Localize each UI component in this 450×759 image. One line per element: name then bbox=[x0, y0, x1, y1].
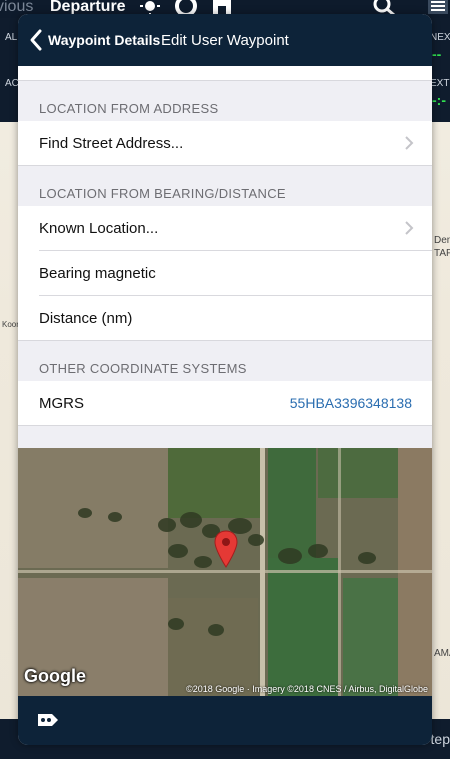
right-label: NEX bbox=[430, 32, 450, 43]
mgrs-row[interactable]: MGRS 55HBA3396348138 bbox=[18, 381, 432, 426]
right-green-dashes: -:- bbox=[432, 92, 446, 108]
map-tree bbox=[158, 518, 176, 532]
page-title: Edit User Waypoint bbox=[161, 32, 289, 49]
section-header-address: LOCATION FROM ADDRESS bbox=[18, 81, 432, 121]
map-tree bbox=[248, 534, 264, 546]
background-left-panel: AL AC bbox=[0, 18, 20, 122]
route-tool-icon[interactable] bbox=[36, 709, 60, 731]
map-road bbox=[18, 570, 432, 573]
right-label: EXT bbox=[430, 78, 450, 89]
map-field bbox=[318, 448, 398, 498]
chevron-right-icon bbox=[405, 221, 414, 235]
find-street-address-row[interactable]: Find Street Address... bbox=[18, 121, 432, 166]
navigation-bar: Waypoint Details Edit User Waypoint bbox=[18, 14, 432, 66]
distance-row[interactable]: Distance (nm) bbox=[18, 296, 432, 341]
bottom-toolbar bbox=[18, 696, 432, 745]
map-field bbox=[18, 448, 168, 568]
section-header-other: OTHER COORDINATE SYSTEMS bbox=[18, 341, 432, 381]
step-label[interactable]: tep bbox=[431, 731, 450, 747]
map-tree bbox=[180, 512, 202, 528]
map-label: TAF bbox=[434, 248, 450, 259]
back-button-label: Waypoint Details bbox=[48, 32, 161, 48]
background-right-panel: NEX -- EXT -:- bbox=[430, 18, 450, 122]
map-field bbox=[268, 448, 316, 558]
map-tree bbox=[208, 624, 224, 636]
map-field bbox=[168, 598, 258, 696]
bearing-magnetic-row[interactable]: Bearing magnetic bbox=[18, 251, 432, 296]
map-tree bbox=[108, 512, 122, 522]
bearing-magnetic-label: Bearing magnetic bbox=[39, 265, 156, 282]
satellite-map[interactable]: Google ©2018 Google · Imagery ©2018 CNES… bbox=[18, 448, 432, 696]
distance-label: Distance (nm) bbox=[39, 309, 133, 327]
mgrs-label: MGRS bbox=[39, 394, 84, 412]
mgrs-value[interactable]: 55HBA3396348138 bbox=[290, 395, 412, 411]
map-tree bbox=[308, 544, 328, 558]
map-tree bbox=[168, 618, 184, 630]
section-header-bearing: LOCATION FROM BEARING/DISTANCE bbox=[18, 166, 432, 206]
map-tree bbox=[168, 544, 188, 558]
previous-row-remnant bbox=[18, 66, 432, 81]
form-content: LOCATION FROM ADDRESS Find Street Addres… bbox=[18, 66, 432, 426]
map-tree bbox=[78, 508, 92, 518]
map-field bbox=[168, 448, 260, 518]
map-pin-icon[interactable] bbox=[214, 530, 238, 568]
chevron-right-icon bbox=[405, 136, 414, 150]
map-attribution: ©2018 Google · Imagery ©2018 CNES / Airb… bbox=[186, 684, 428, 694]
map-road bbox=[338, 448, 341, 696]
edit-waypoint-sheet: Waypoint Details Edit User Waypoint LOCA… bbox=[18, 14, 432, 745]
google-logo: Google bbox=[24, 666, 86, 686]
map-label: AMA bbox=[434, 648, 450, 659]
map-field bbox=[268, 558, 338, 696]
map-tree bbox=[278, 548, 302, 564]
map-label: Den bbox=[434, 235, 450, 246]
map-field bbox=[343, 578, 398, 696]
find-street-address-label: Find Street Address... bbox=[39, 134, 184, 152]
known-location-label: Known Location... bbox=[39, 220, 159, 237]
known-location-row[interactable]: Known Location... bbox=[18, 206, 432, 251]
right-green-dashes: -- bbox=[432, 46, 442, 62]
map-tree bbox=[358, 552, 376, 564]
left-label: AL bbox=[5, 32, 18, 43]
left-label: AC bbox=[5, 78, 19, 89]
map-tree bbox=[194, 556, 212, 568]
back-chevron-icon bbox=[30, 29, 42, 51]
back-button[interactable]: Waypoint Details bbox=[28, 28, 160, 52]
